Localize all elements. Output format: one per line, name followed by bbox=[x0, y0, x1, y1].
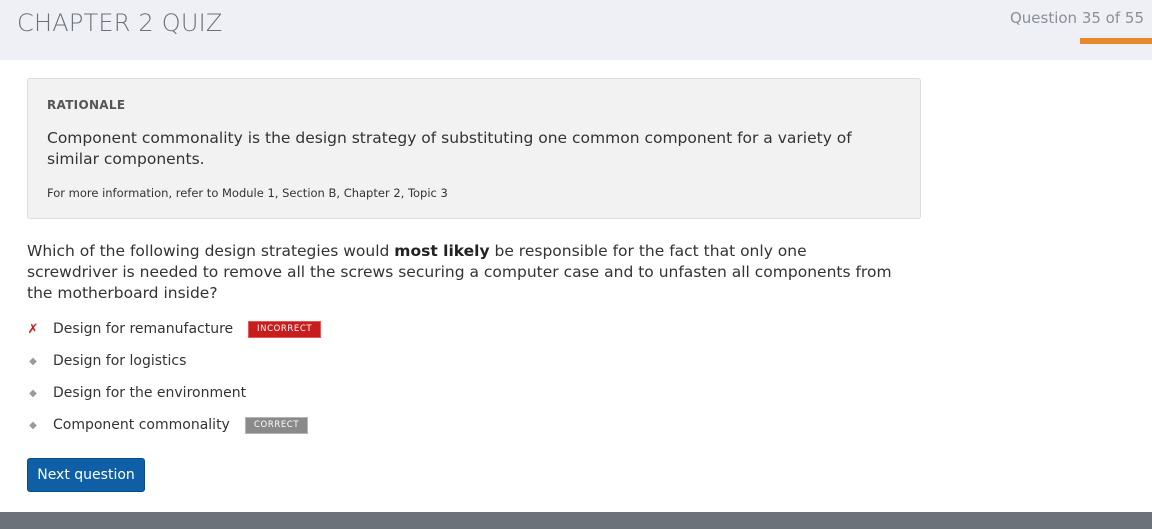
bullet-icon: ◆ bbox=[29, 356, 37, 367]
answer-option-label: Design for logistics bbox=[53, 353, 187, 369]
question-emphasis: most likely bbox=[394, 242, 490, 260]
rationale-heading: RATIONALE bbox=[47, 98, 126, 112]
answer-option-label: Design for remanufacture bbox=[53, 321, 234, 337]
quiz-header: CHAPTER 2 QUIZ Question 35 of 55 bbox=[0, 0, 1152, 60]
next-question-button[interactable]: Next question bbox=[27, 458, 145, 492]
quiz-title: CHAPTER 2 QUIZ bbox=[17, 9, 223, 37]
question-text-start: Which of the following design strategies… bbox=[27, 242, 395, 260]
bullet-icon: ◆ bbox=[29, 388, 37, 399]
footer-bar bbox=[0, 512, 1152, 529]
correct-badge: CORRECT bbox=[245, 417, 309, 434]
bullet-icon: ◆ bbox=[29, 420, 37, 431]
question-text: Which of the following design strategies… bbox=[27, 241, 897, 304]
rationale-panel: RATIONALE Component commonality is the d… bbox=[27, 78, 921, 219]
answer-option-label: Component commonality bbox=[53, 417, 230, 433]
rationale-reference: For more information, refer to Module 1,… bbox=[47, 186, 448, 200]
progress-bar bbox=[1080, 38, 1152, 44]
x-mark-icon: ✗ bbox=[27, 322, 39, 337]
incorrect-badge: INCORRECT bbox=[248, 321, 322, 338]
rationale-text: Component commonality is the design stra… bbox=[47, 129, 852, 168]
answer-option-label: Design for the environment bbox=[53, 385, 247, 401]
question-progress-label: Question 35 of 55 bbox=[1009, 9, 1144, 27]
